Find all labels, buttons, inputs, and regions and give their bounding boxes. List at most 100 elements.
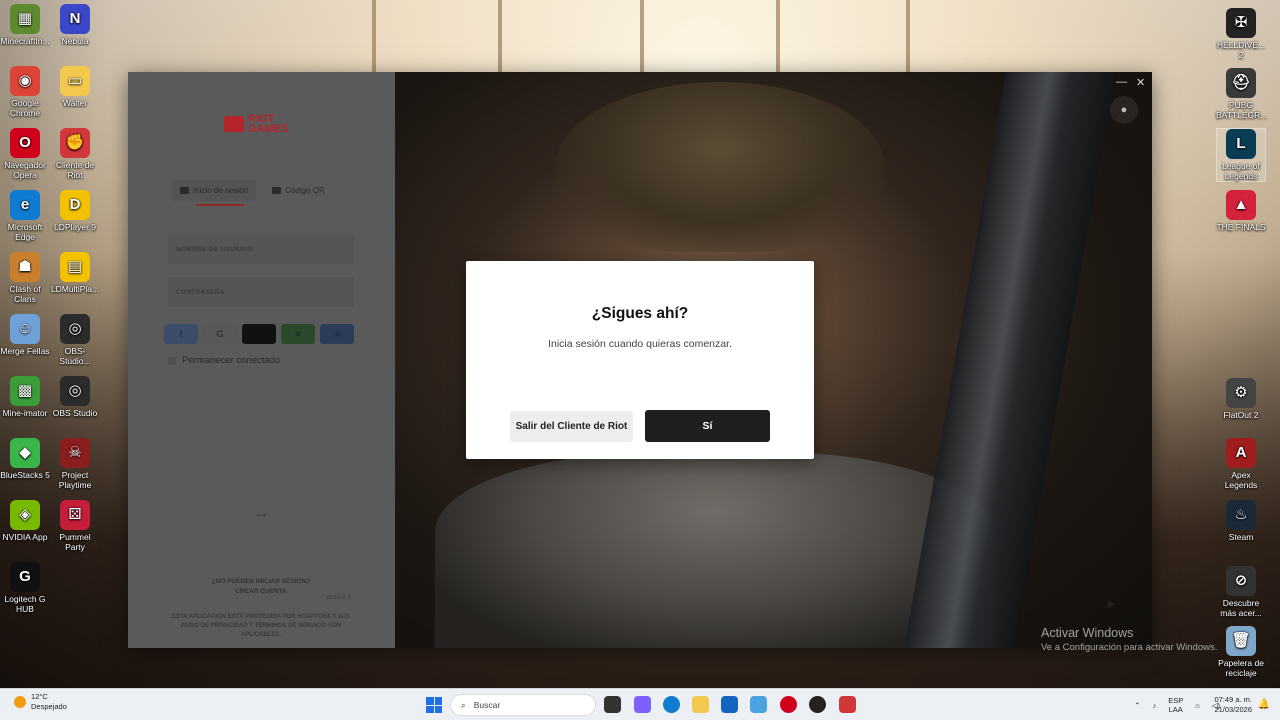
desktop-icon[interactable]: ✠ HELLDIVE... 2 — [1216, 8, 1266, 60]
start-button[interactable] — [426, 697, 442, 713]
login-tabs: Inicio de sesión Código QR — [172, 180, 333, 201]
apple-login-button[interactable] — [242, 324, 276, 344]
close-button[interactable]: ✕ — [1136, 76, 1145, 89]
desktop-icon[interactable]: ▲ THE FINALS — [1216, 190, 1266, 232]
desktop-icon-label: LDPlayer 9 — [53, 222, 97, 232]
help-links: ¿NO PUEDES INICIAR SESIÓN? CREAR CUENTA — [198, 577, 324, 597]
remember-me[interactable]: Permanecer conectado — [168, 355, 280, 366]
tab-qr-code[interactable]: Código QR — [264, 180, 333, 201]
taskbar-search[interactable]: ⌕ Buscar — [450, 694, 596, 716]
desktop-icon-label: OBS-Studio... — [59, 346, 91, 366]
microphone-icon[interactable]: ♪ — [1152, 701, 1156, 710]
minimize-button[interactable]: — — [1116, 76, 1127, 88]
facebook-login-button[interactable]: f — [164, 324, 198, 344]
app-icon: ⊘ — [1226, 566, 1256, 596]
weather-widget[interactable]: 12°C Despejado — [14, 692, 67, 712]
taskbar: 12°C Despejado ⌕ Buscar ⌃ ♪ ESP LAA ⌂ ◁)… — [0, 688, 1280, 720]
desktop-icon[interactable]: ▦ MinecraftIn... — [0, 4, 50, 46]
desktop-icon[interactable]: D LDPlayer 9 — [50, 190, 100, 232]
desktop-icon[interactable]: ✊ Cliente de Riot — [50, 128, 100, 180]
app-icon: ◆ — [10, 438, 40, 468]
app-icon: ✊ — [60, 128, 90, 158]
password-field[interactable]: CONTRASEÑA — [168, 277, 354, 307]
desktop-icon[interactable]: L League of Legends — [1216, 128, 1266, 182]
username-placeholder: NOMBRE DE USUARIO — [176, 246, 253, 253]
app-icon: ▲ — [1226, 190, 1256, 220]
wallpaper-bar — [776, 0, 780, 72]
app-icon: ⚙ — [1226, 378, 1256, 408]
app-icon: O — [10, 128, 40, 158]
desktop-icon[interactable]: ♨ Steam — [1216, 500, 1266, 542]
desktop-icon[interactable]: A Apex Legends — [1216, 438, 1266, 490]
desktop-icon[interactable]: ◈ NVIDIA App — [0, 500, 50, 542]
exit-client-button[interactable]: Salir del Cliente de Riot — [510, 411, 633, 442]
desktop-icon[interactable]: G Logitech G HUB — [0, 562, 50, 614]
desktop-icon[interactable]: ◎ OBS Studio — [50, 376, 100, 418]
app-icon: ◈ — [10, 500, 40, 530]
desktop-icon[interactable]: O Navegador Opera — [0, 128, 50, 180]
copilot-icon[interactable] — [634, 696, 651, 713]
riot-client-taskbar-icon[interactable] — [839, 696, 856, 713]
submit-arrow-icon[interactable]: → — [252, 502, 270, 523]
clock-time: 07:49 a. m. — [1214, 695, 1252, 704]
remember-label: Permanecer conectado — [182, 355, 281, 366]
desktop-icon-label: FlatOut 2 — [1223, 410, 1259, 420]
create-account-link[interactable]: CREAR CUENTA — [198, 587, 324, 597]
wallpaper-bar — [640, 0, 644, 72]
desktop-icon[interactable]: ⛑ PUBG BATTLEGR... — [1216, 68, 1267, 120]
app-icon[interactable] — [750, 696, 767, 713]
google-login-button[interactable]: G — [203, 324, 237, 344]
chevron-up-icon[interactable]: ⌃ — [1134, 701, 1140, 710]
desktop-icon[interactable]: ▩ Mine-imator — [0, 376, 50, 418]
remember-checkbox[interactable] — [168, 356, 176, 365]
desktop-icon[interactable]: e Microsoft Edge — [0, 190, 50, 242]
desktop-icon[interactable]: ⚄ Pummel Party — [50, 500, 100, 552]
app-icon: ◎ — [60, 314, 90, 344]
app-icon: ☠ — [60, 438, 90, 468]
playstation-login-button[interactable]: ⓟ — [320, 324, 354, 344]
desktop-icon[interactable]: ☗ Clash of Clans — [0, 252, 50, 304]
clock-date: 21/03/2026 — [1214, 705, 1252, 714]
desktop-icon-label: Google Chrome — [9, 98, 41, 118]
desktop-icon[interactable]: ⚙ FlatOut 2 — [1216, 378, 1266, 420]
task-view-icon[interactable] — [604, 696, 621, 713]
xbox-login-button[interactable]: ✕ — [281, 324, 315, 344]
clock[interactable]: 07:49 a. m. 21/03/2026 — [1214, 695, 1252, 715]
yes-button[interactable]: Sí — [645, 410, 770, 442]
playstation-icon: ⓟ — [332, 329, 342, 340]
desktop-icon[interactable]: ◉ Google Chrome — [0, 66, 50, 118]
desktop-icon[interactable]: ◆ BlueStacks 5 — [0, 438, 50, 480]
app-icon: ▩ — [10, 376, 40, 406]
store-icon[interactable] — [721, 696, 738, 713]
camera-icon[interactable]: ▶ — [1108, 599, 1116, 610]
app-icon: ⚄ — [60, 500, 90, 530]
desktop-icon[interactable]: ☺ Merge Fellas — [0, 314, 50, 356]
desktop-icon-label: Merge Fellas — [0, 346, 50, 356]
search-icon: ⌕ — [461, 699, 466, 710]
file-explorer-icon[interactable] — [692, 696, 709, 713]
tab-login[interactable]: Inicio de sesión — [172, 180, 257, 201]
desktop-icon-label: League of Legends — [1222, 161, 1260, 181]
desktop-icon-label: Navegador Opera — [4, 160, 46, 180]
desktop-icon[interactable]: ▤ LDMultiPla... — [50, 252, 100, 294]
language-indicator[interactable]: ESP LAA — [1168, 696, 1183, 714]
profile-icon[interactable]: ● — [1110, 96, 1138, 124]
opera-taskbar-icon[interactable] — [780, 696, 797, 713]
desktop-icon[interactable]: ▭ Walter — [50, 66, 100, 108]
username-field[interactable]: NOMBRE DE USUARIO — [168, 234, 354, 264]
edge-taskbar-icon[interactable] — [663, 696, 680, 713]
cant-sign-in-link[interactable]: ¿NO PUEDES INICIAR SESIÓN? — [198, 577, 324, 587]
weather-temp: 12°C — [31, 692, 48, 701]
desktop-icon[interactable]: N Nebula — [50, 4, 100, 46]
desktop-icon-label: Cliente de Riot — [55, 160, 95, 180]
notification-bell-icon[interactable]: 🔔 — [1258, 699, 1270, 710]
activate-subtitle: Ve a Configuración para activar Windows. — [1041, 642, 1218, 653]
desktop-icon[interactable]: 🗑 Papelera de reciclaje — [1216, 626, 1266, 678]
desktop-icon[interactable]: ☠ Project Playtime — [50, 438, 100, 490]
desktop-icon-label: LDMultiPla... — [50, 284, 100, 294]
desktop-icon[interactable]: ⊘ Descubre más acer... — [1216, 566, 1266, 618]
network-icon[interactable]: ⌂ — [1195, 701, 1200, 710]
tab-login-label: Inicio de sesión — [193, 186, 249, 195]
app-taskbar-icon[interactable] — [809, 696, 826, 713]
desktop-icon[interactable]: ◎ OBS-Studio... — [50, 314, 100, 366]
